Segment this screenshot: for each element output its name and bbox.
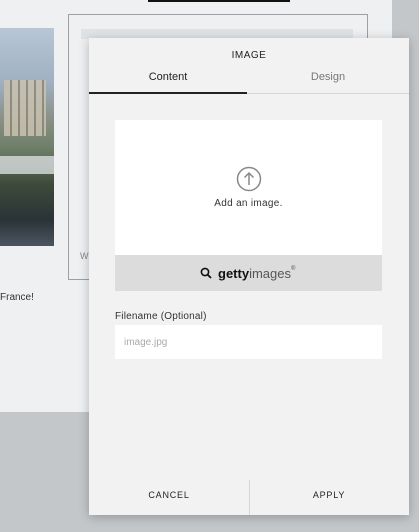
background-caption-fragment: W — [80, 251, 89, 261]
getty-images-button[interactable]: getty images ® — [115, 255, 382, 291]
background-photo[interactable] — [0, 28, 54, 246]
image-dropzone[interactable]: Add an image. — [115, 120, 382, 255]
search-icon — [200, 267, 212, 279]
filename-label: Filename (Optional) — [115, 311, 207, 322]
upload-arrow-icon[interactable] — [236, 166, 262, 192]
tab-design[interactable]: Design — [247, 71, 409, 83]
tab-divider — [247, 93, 409, 94]
getty-brand-light: images — [249, 265, 291, 281]
getty-brand-mark: ® — [290, 266, 296, 272]
dropzone-label: Add an image. — [214, 198, 283, 209]
apply-button[interactable]: APPLY — [249, 490, 409, 500]
getty-images-logo: getty images ® — [200, 265, 295, 281]
background-text-fragment: France! — [0, 292, 34, 303]
getty-brand-bold: getty — [218, 265, 250, 281]
tab-content[interactable]: Content — [89, 71, 247, 83]
cancel-button[interactable]: CANCEL — [89, 490, 249, 500]
filename-input[interactable] — [115, 325, 382, 359]
active-tab-indicator — [89, 92, 247, 94]
image-dialog: IMAGE Content Design Add an image. getty… — [89, 38, 409, 515]
dialog-title: IMAGE — [231, 50, 267, 61]
background-heading-underline — [148, 0, 290, 2]
